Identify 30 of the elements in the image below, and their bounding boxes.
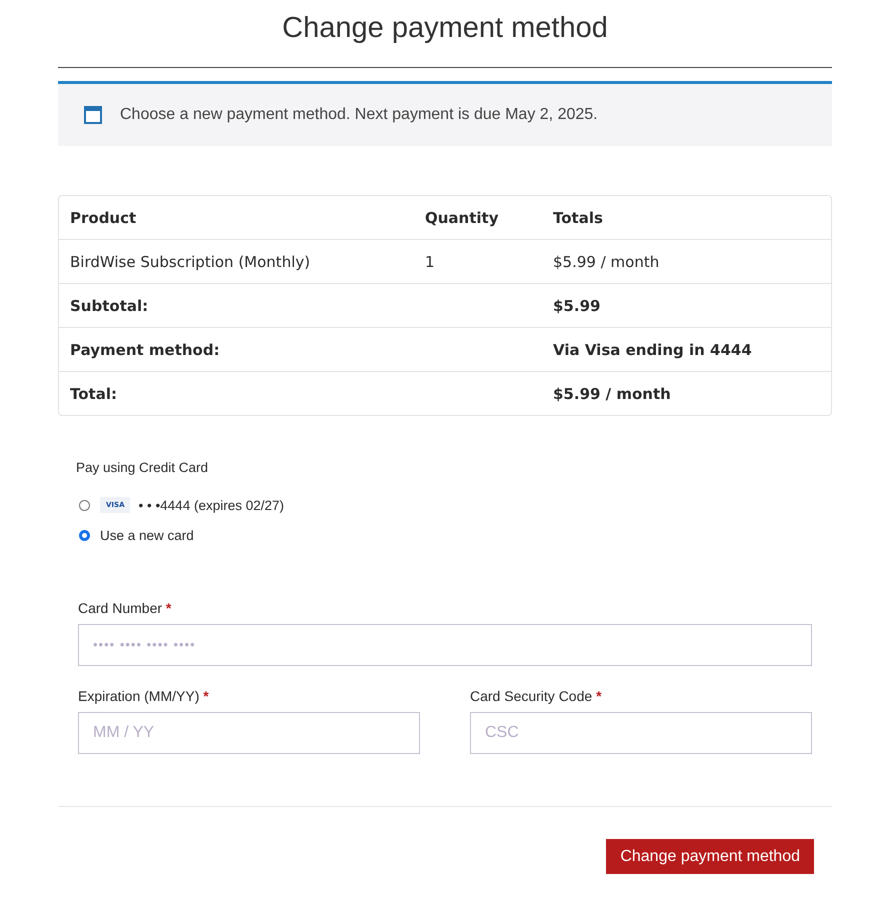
summary-label: Total:: [70, 384, 118, 402]
required-mark: *: [166, 600, 172, 616]
radio-button[interactable]: [79, 500, 90, 510]
field-label: Card Security Code: [470, 688, 592, 704]
change-payment-button[interactable]: Change payment method: [606, 839, 814, 874]
field-label: Card Number: [78, 600, 162, 616]
column-header: Totals: [553, 208, 604, 226]
summary-value: $5.99 / month: [553, 384, 672, 402]
page-title: Change payment method: [281, 11, 609, 46]
radio-button[interactable]: [79, 530, 90, 540]
required-mark: *: [203, 688, 209, 704]
field-label: Expiration (MM/YY): [78, 688, 200, 704]
summary-value: Via Visa ending in 4444: [553, 340, 753, 358]
input-field[interactable]: •••• •••• •••• ••••: [78, 624, 812, 666]
notice-text: Choose a new payment method. Next payment is due May 2, 2025.: [120, 106, 598, 124]
table-cell-text: BirdWise Subscription (Monthly): [70, 252, 312, 270]
summary-label: Payment method:: [70, 340, 221, 358]
column-header: Product: [70, 208, 138, 226]
column-header: Quantity: [425, 208, 500, 226]
summary-value: $5.99: [553, 296, 602, 314]
input-field[interactable]: MM / YY: [78, 712, 420, 754]
payment-heading: Pay using Credit Card: [76, 460, 210, 477]
option-label[interactable]: • • •4444 (expires 02/27): [138, 498, 284, 512]
input-field[interactable]: CSC: [470, 712, 812, 754]
table-cell-text: 1: [425, 252, 436, 270]
calendar-icon: [84, 106, 102, 124]
table-cell-text: $5.99 / month: [553, 252, 660, 270]
required-mark: *: [596, 688, 602, 704]
option-label[interactable]: Use a new card: [100, 528, 194, 542]
summary-label: Subtotal:: [70, 296, 150, 314]
